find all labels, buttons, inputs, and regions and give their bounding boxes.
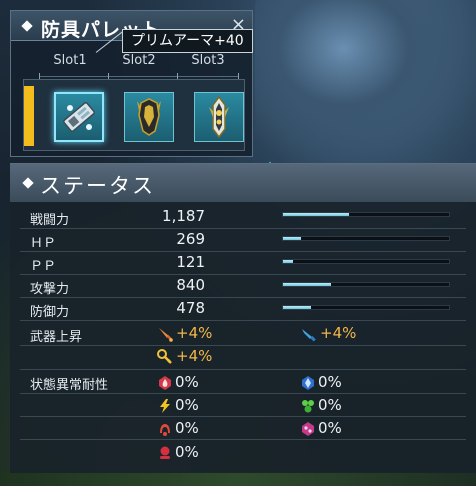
stat-bar-hp (282, 236, 450, 241)
stat-bar-fill (283, 237, 302, 240)
melee-boost-value: +4% (176, 324, 213, 342)
burn-resist-icon (159, 376, 171, 390)
slots-panel (23, 79, 245, 151)
row-separator (20, 416, 466, 417)
stat-bar-fill (283, 306, 312, 309)
slot-label-3: Slot3 (191, 53, 225, 68)
row-separator (20, 251, 466, 252)
ranged-gun-icon (302, 329, 316, 342)
background-scenery-lower (0, 472, 476, 486)
row-separator (20, 297, 466, 298)
stat-label-hp: ＨＰ (30, 236, 57, 251)
resist-value-2: 0% (318, 373, 342, 391)
slot-label-2: Slot2 (122, 53, 156, 68)
technique-boost-value: +4% (176, 347, 213, 365)
background-scenery (255, 0, 476, 163)
armor-unit-icon (63, 102, 95, 132)
status-title: ステータス (40, 174, 155, 198)
slot-label-1: Slot1 (53, 53, 87, 68)
row-separator (20, 274, 466, 275)
stat-label-attack: 攻撃力 (30, 282, 70, 297)
stat-bar-defense (282, 305, 450, 310)
weapon-up-label: 武器上昇 (30, 330, 83, 345)
stat-value-hp: 269 (176, 230, 205, 248)
stat-value-defense: 478 (176, 299, 205, 317)
diamond-bullet-icon (22, 177, 34, 189)
shock-resist-icon (160, 399, 170, 413)
item-name-tooltip: プリムアーマ+40 (122, 29, 253, 53)
stat-value-attack: 840 (176, 276, 205, 294)
poison-resist-icon (302, 400, 314, 413)
row-separator (20, 320, 466, 321)
slot-2-button[interactable] (124, 92, 174, 142)
stat-label-defense: 防御力 (30, 305, 70, 320)
resist-value-7: 0% (175, 443, 199, 461)
stat-bar-fill (283, 213, 350, 216)
stat-bar-power (282, 212, 450, 217)
row-separator (20, 228, 466, 229)
stat-bar-pp (282, 259, 450, 264)
row-separator (20, 439, 466, 440)
row-separator (20, 369, 466, 370)
resist-value-1: 0% (175, 373, 199, 391)
status-window: ステータス 戦闘力 1,187 ＨＰ 269 ＰＰ 121 攻撃力 840 防御… (10, 163, 476, 473)
stat-bar-fill (283, 283, 332, 286)
slot-3-button[interactable] (194, 92, 244, 142)
row-separator (20, 345, 466, 346)
freeze-resist-icon (302, 376, 314, 390)
armor-unit-icon (209, 95, 229, 139)
stat-label-power: 戦闘力 (30, 213, 70, 228)
stun-resist-icon (160, 446, 170, 459)
ranged-boost-value: +4% (320, 324, 357, 342)
slot-divider (39, 76, 239, 77)
diamond-bullet-icon (21, 20, 33, 32)
armor-unit-icon (137, 98, 161, 136)
stat-bar-fill (283, 260, 293, 263)
melee-sword-icon (159, 328, 173, 342)
selected-slot-accent (24, 86, 34, 146)
slot-1-button[interactable] (54, 92, 104, 142)
row-separator (20, 393, 466, 394)
stat-value-power: 1,187 (162, 207, 205, 225)
panic-resist-icon (302, 422, 314, 436)
stat-bar-attack (282, 282, 450, 287)
stat-value-pp: 121 (176, 253, 205, 271)
resist-value-5: 0% (175, 419, 199, 437)
technique-wand-icon (157, 349, 172, 364)
status-header[interactable]: ステータス (10, 164, 476, 202)
resist-value-4: 0% (318, 396, 342, 414)
resist-value-3: 0% (175, 396, 199, 414)
status-resist-label: 状態異常耐性 (30, 378, 109, 393)
mirage-resist-icon (160, 424, 170, 436)
stat-label-pp: ＰＰ (30, 259, 57, 274)
resist-value-6: 0% (318, 419, 342, 437)
